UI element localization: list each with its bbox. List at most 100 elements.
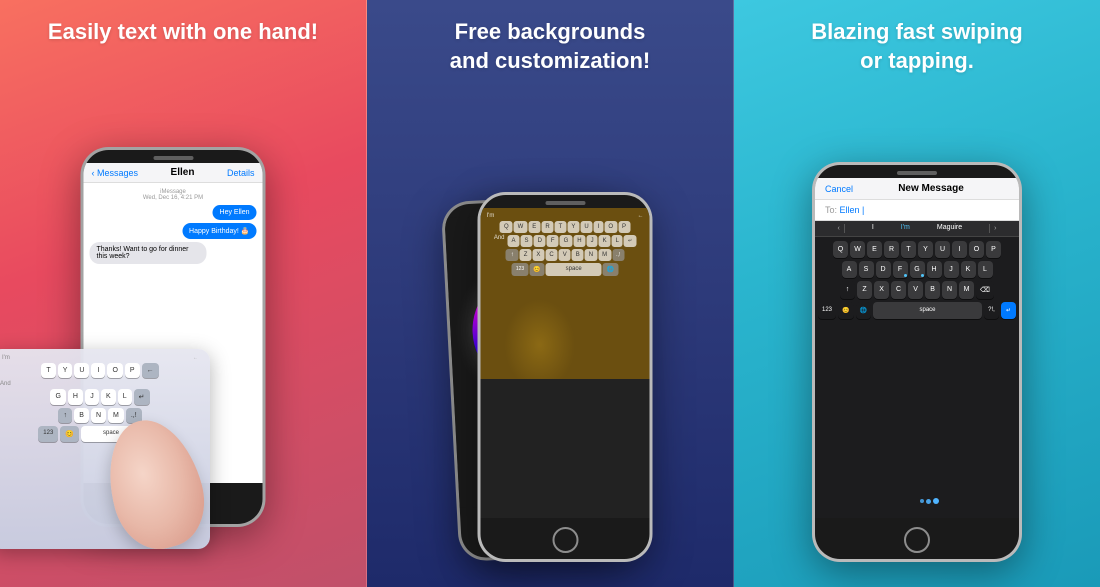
to-label: To: <box>825 205 840 215</box>
key-123[interactable]: 123 <box>38 426 58 442</box>
dark-key-l[interactable]: L <box>978 261 993 278</box>
key-i[interactable]: I <box>91 363 105 378</box>
dark-key-123[interactable]: 123 <box>818 302 836 319</box>
key-n[interactable]: N <box>91 408 106 423</box>
key-backspace[interactable]: ← <box>142 363 159 378</box>
key-y[interactable]: Y <box>58 363 73 378</box>
key-k[interactable]: K <box>101 389 116 405</box>
middle-panel-title: Free backgroundsand customization! <box>430 18 670 75</box>
message-bubble-sent-2: Happy Birthday! 🎂 <box>182 223 256 239</box>
dark-key-k[interactable]: K <box>961 261 976 278</box>
left-panel-title: Easily text with one hand! <box>28 18 338 47</box>
dark-key-a[interactable]: A <box>842 261 857 278</box>
keyboard-rows-left: I'm ← T Y U I O P ← And G H J K L ↵ <box>0 349 210 449</box>
messages-body: iMessageWed, Dec 16, 4:21 PM Hey Ellen H… <box>84 183 263 273</box>
dark-key-j[interactable]: J <box>944 261 959 278</box>
chevron-left-icon: ‹ <box>833 224 844 233</box>
phone-speaker <box>153 156 193 160</box>
dark-key-u[interactable]: U <box>935 241 950 258</box>
new-message-header: Cancel New Message <box>815 178 1019 200</box>
dark-key-f[interactable]: F <box>893 261 908 278</box>
kb-dark-row-1: Q W E R T Y U I O P <box>818 241 1016 258</box>
cancel-button-right[interactable]: Cancel <box>825 184 853 194</box>
dark-key-r[interactable]: R <box>884 241 899 258</box>
dark-key-o[interactable]: O <box>969 241 984 258</box>
dark-key-y[interactable]: Y <box>918 241 933 258</box>
key-b[interactable]: B <box>74 408 89 423</box>
dark-key-n[interactable]: N <box>942 281 957 299</box>
key-emoji[interactable]: 😊 <box>60 426 79 442</box>
message-bubble-received: Thanks! Want to go for dinner this week? <box>90 242 207 264</box>
kb-dark-row-4: 123 😊 🌐 space ?!, ↵ <box>818 302 1016 319</box>
dark-key-emoji[interactable]: 😊 <box>838 302 853 319</box>
message-bubble-sent-1: Hey Ellen <box>213 205 257 220</box>
chevron-right-icon: › <box>989 224 1000 233</box>
dark-key-space[interactable]: space <box>873 302 982 319</box>
dark-keyboard: ‹ I I'm Maguire › Q W E R T Y <box>815 221 1019 518</box>
dark-key-shift[interactable]: ↑ <box>840 281 855 299</box>
dark-key-b[interactable]: B <box>925 281 940 299</box>
messages-header: ‹ Messages Ellen Details <box>84 163 263 183</box>
dark-key-g[interactable]: G <box>910 261 925 278</box>
key-return[interactable]: ↵ <box>134 389 150 405</box>
panel-left: Easily text with one hand! ‹ Messages El… <box>0 0 367 587</box>
to-field[interactable]: To: Ellen | <box>815 200 1019 221</box>
kb-row-3: ↑ B N M .,! <box>0 408 206 423</box>
messages-details-button: Details <box>227 168 255 178</box>
phone-mockup-right: Cancel New Message To: Ellen | ‹ I I'm M… <box>812 162 1022 562</box>
dark-key-c[interactable]: C <box>891 281 906 299</box>
dark-key-d[interactable]: D <box>876 261 891 278</box>
panel-middle: Free backgroundsand customization! 😊 ABC <box>367 0 734 587</box>
key-h[interactable]: H <box>68 389 83 405</box>
dark-key-return[interactable]: ↵ <box>1001 302 1016 319</box>
keyboard-overlay-left: I'm ← T Y U I O P ← And G H J K L ↵ <box>0 349 210 549</box>
key-l[interactable]: L <box>118 389 132 405</box>
key-j[interactable]: J <box>85 389 99 405</box>
suggestion-im[interactable]: I'm <box>901 224 910 233</box>
right-panel-title: Blazing fast swipingor tapping. <box>791 18 1042 75</box>
key-o[interactable]: O <box>107 363 122 378</box>
kb-dark-row-3: ↑ Z X C V B N M ⌫ <box>818 281 1016 299</box>
dark-key-w[interactable]: W <box>850 241 865 258</box>
dark-key-h[interactable]: H <box>927 261 942 278</box>
dark-key-backspace[interactable]: ⌫ <box>976 281 994 299</box>
to-value: Ellen | <box>840 205 865 215</box>
key-p[interactable]: P <box>125 363 140 378</box>
suggestion-bar: ‹ I I'm Maguire › <box>815 221 1019 237</box>
dark-key-punctuation[interactable]: ?!, <box>984 302 999 319</box>
dark-key-t[interactable]: T <box>901 241 916 258</box>
messages-back-button: ‹ Messages <box>92 168 139 178</box>
dark-key-v[interactable]: V <box>908 281 923 299</box>
phone-screen-mid-front: I'm ← Q W E R T Y U I O P <box>481 208 650 518</box>
dark-key-e[interactable]: E <box>867 241 882 258</box>
dark-key-i[interactable]: I <box>952 241 967 258</box>
kb-row-2: G H J K L ↵ <box>0 389 206 405</box>
key-g[interactable]: G <box>50 389 65 405</box>
phone-screen-right: Cancel New Message To: Ellen | ‹ I I'm M… <box>815 178 1019 518</box>
phone-speaker-mid-front <box>545 201 585 205</box>
suggestion-maguire[interactable]: Maguire <box>937 224 962 233</box>
key-u[interactable]: U <box>74 363 89 378</box>
dark-key-q[interactable]: Q <box>833 241 848 258</box>
dark-key-globe[interactable]: 🌐 <box>856 302 871 319</box>
message-time: iMessageWed, Dec 16, 4:21 PM <box>90 189 257 201</box>
keyboard-rows-dark: Q W E R T Y U I O P A S <box>815 237 1019 325</box>
key-m[interactable]: M <box>108 408 124 423</box>
dark-key-z[interactable]: Z <box>857 281 872 299</box>
dark-key-s[interactable]: S <box>859 261 874 278</box>
suggestion-i[interactable]: I <box>872 224 874 233</box>
dark-key-x[interactable]: X <box>874 281 889 299</box>
dark-key-p[interactable]: P <box>986 241 1001 258</box>
key-shift[interactable]: ↑ <box>58 408 72 423</box>
message-row: Hey Ellen Happy Birthday! 🎂 <box>90 205 257 242</box>
contact-name: Ellen <box>171 167 195 178</box>
panel-right: Blazing fast swipingor tapping. Cancel N… <box>734 0 1100 587</box>
dark-key-m[interactable]: M <box>959 281 974 299</box>
kb-dark-row-2: A S D F G H J K L <box>818 261 1016 278</box>
swipe-trail <box>920 498 939 504</box>
new-message-title: New Message <box>898 183 964 194</box>
kb-row-1: T Y U I O P ← <box>0 363 206 378</box>
key-t[interactable]: T <box>41 363 55 378</box>
photo-background: I'm ← Q W E R T Y U I O P <box>481 208 650 379</box>
phone-speaker-right <box>897 171 937 175</box>
